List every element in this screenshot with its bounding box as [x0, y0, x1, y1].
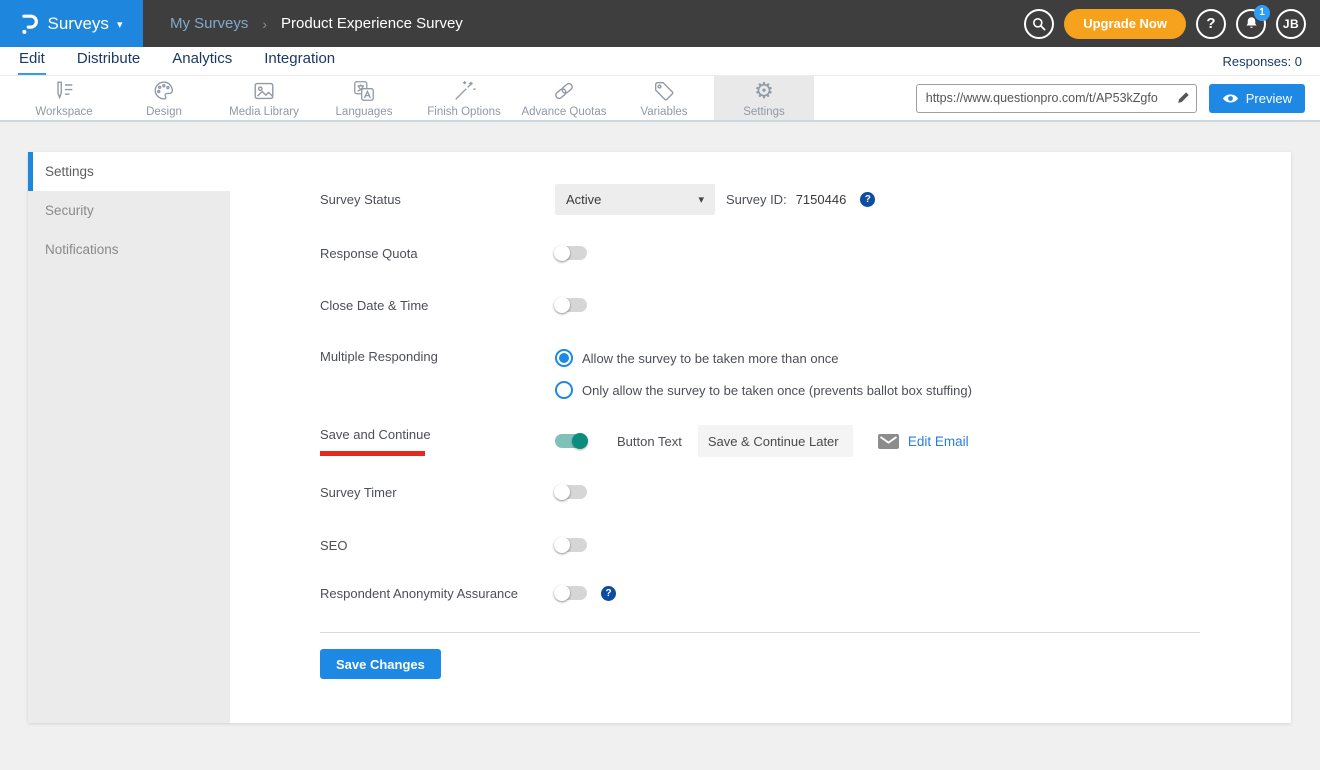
toolbar-workspace[interactable]: Workspace: [14, 76, 114, 120]
breadcrumb: My Surveys › Product Experience Survey: [170, 15, 463, 32]
respondent-anonymity-label: Respondent Anonymity Assurance: [320, 586, 555, 601]
toolbar-right: Preview: [916, 76, 1320, 120]
top-header-bar: Surveys ▾ My Surveys › Product Experienc…: [0, 0, 1320, 47]
edit-email-link[interactable]: Edit Email: [908, 434, 969, 449]
search-icon: [1031, 16, 1047, 32]
responses-count: Responses: 0: [1223, 54, 1303, 75]
survey-timer-label: Survey Timer: [320, 485, 555, 500]
save-continue-toggle[interactable]: [555, 434, 587, 448]
close-date-row: Close Date & Time: [320, 297, 1261, 313]
chain-link-icon: [552, 79, 576, 103]
button-text-input[interactable]: [698, 425, 853, 457]
survey-nav-bar: Edit Distribute Analytics Integration Re…: [0, 47, 1320, 76]
edit-pencil-icon[interactable]: [1176, 91, 1190, 105]
close-date-toggle[interactable]: [555, 298, 587, 312]
save-continue-label: Save and Continue: [320, 427, 431, 442]
preview-button[interactable]: Preview: [1209, 84, 1305, 113]
response-quota-label: Response Quota: [320, 246, 555, 261]
toolbar-media-library[interactable]: Media Library: [214, 76, 314, 120]
tab-analytics[interactable]: Analytics: [171, 48, 233, 75]
caret-down-icon: ▾: [117, 18, 123, 31]
toolbar-languages[interactable]: Languages: [314, 76, 414, 120]
tab-distribute[interactable]: Distribute: [76, 48, 141, 75]
survey-status-row: Survey Status Active ▾ Survey ID: 715044…: [320, 184, 1261, 215]
chevron-right-icon: ›: [262, 16, 267, 32]
tab-integration[interactable]: Integration: [263, 48, 336, 75]
product-name: Surveys: [48, 14, 109, 34]
gear-icon: ⚙: [754, 79, 774, 103]
caret-down-icon: ▾: [698, 193, 704, 206]
multiple-responding-row: Multiple Responding Allow the survey to …: [320, 349, 1261, 399]
magic-wand-icon: [452, 79, 476, 103]
breadcrumb-my-surveys[interactable]: My Surveys: [170, 15, 248, 32]
product-switcher-surveys[interactable]: Surveys ▾: [0, 0, 143, 47]
toolbar-settings[interactable]: ⚙ Settings: [714, 76, 814, 120]
survey-status-label: Survey Status: [320, 192, 555, 207]
survey-id-value: 7150446: [796, 192, 847, 207]
survey-timer-row: Survey Timer: [320, 484, 1261, 500]
survey-url-input[interactable]: [926, 91, 1176, 105]
save-changes-button[interactable]: Save Changes: [320, 649, 441, 679]
seo-label: SEO: [320, 538, 555, 553]
edit-toolbar: Workspace Design Media Library Lang: [0, 76, 1320, 122]
button-text-label: Button Text: [617, 434, 682, 449]
survey-timer-toggle[interactable]: [555, 485, 587, 499]
form-divider: [320, 632, 1200, 633]
respondent-anonymity-toggle[interactable]: [555, 586, 587, 600]
toolbar-design[interactable]: Design: [114, 76, 214, 120]
workspace-icon: [52, 79, 76, 103]
notifications-button[interactable]: 1: [1236, 9, 1266, 39]
sidebar-item-security[interactable]: Security: [28, 191, 230, 230]
sidebar-item-settings[interactable]: Settings: [28, 152, 230, 191]
page-content: Settings Security Notifications Survey S…: [0, 124, 1320, 770]
toolbar-finish-options[interactable]: Finish Options: [414, 76, 514, 120]
respondent-anonymity-row: Respondent Anonymity Assurance ?: [320, 585, 1261, 601]
seo-toggle[interactable]: [555, 538, 587, 552]
search-button[interactable]: [1024, 9, 1054, 39]
toolbar-advance-quotas[interactable]: Advance Quotas: [514, 76, 614, 120]
settings-card: Settings Security Notifications Survey S…: [28, 152, 1291, 723]
header-actions: Upgrade Now ? 1 JB: [1024, 9, 1320, 39]
breadcrumb-current-survey: Product Experience Survey: [281, 15, 463, 32]
questionpro-logo-icon: [21, 11, 40, 36]
tag-icon: [652, 79, 676, 103]
image-icon: [252, 79, 276, 103]
red-underline: [320, 451, 425, 456]
tab-edit[interactable]: Edit: [18, 48, 46, 75]
eye-icon: [1222, 92, 1239, 105]
survey-id-help-icon[interactable]: ?: [860, 192, 875, 207]
translate-icon: [352, 79, 376, 103]
anonymity-help-icon[interactable]: ?: [601, 586, 616, 601]
radio-option-multiple: Allow the survey to be taken more than o…: [555, 349, 972, 367]
settings-sidebar: Settings Security Notifications: [28, 152, 230, 723]
sidebar-item-notifications[interactable]: Notifications: [28, 230, 230, 269]
multiple-responding-label: Multiple Responding: [320, 349, 555, 364]
toolbar-variables[interactable]: Variables: [614, 76, 714, 120]
help-button[interactable]: ?: [1196, 9, 1226, 39]
question-mark-icon: ?: [1206, 15, 1215, 32]
palette-icon: [152, 79, 176, 103]
response-quota-row: Response Quota: [320, 245, 1261, 261]
settings-form: Survey Status Active ▾ Survey ID: 715044…: [320, 152, 1261, 679]
survey-status-select[interactable]: Active ▾: [555, 184, 715, 215]
email-envelope-icon[interactable]: [878, 434, 899, 449]
avatar[interactable]: JB: [1276, 9, 1306, 39]
close-date-label: Close Date & Time: [320, 298, 555, 313]
notification-count-badge: 1: [1254, 5, 1270, 21]
radio-only-once[interactable]: [555, 381, 573, 399]
upgrade-now-button[interactable]: Upgrade Now: [1064, 9, 1186, 39]
survey-url-box: [916, 84, 1197, 113]
response-quota-toggle[interactable]: [555, 246, 587, 260]
radio-allow-multiple[interactable]: [555, 349, 573, 367]
radio-option-once: Only allow the survey to be taken once (…: [555, 381, 972, 399]
survey-id-label: Survey ID:: [726, 192, 787, 207]
save-continue-row: Save and Continue Button Text Edit Email: [320, 425, 1261, 457]
seo-row: SEO: [320, 537, 1261, 553]
